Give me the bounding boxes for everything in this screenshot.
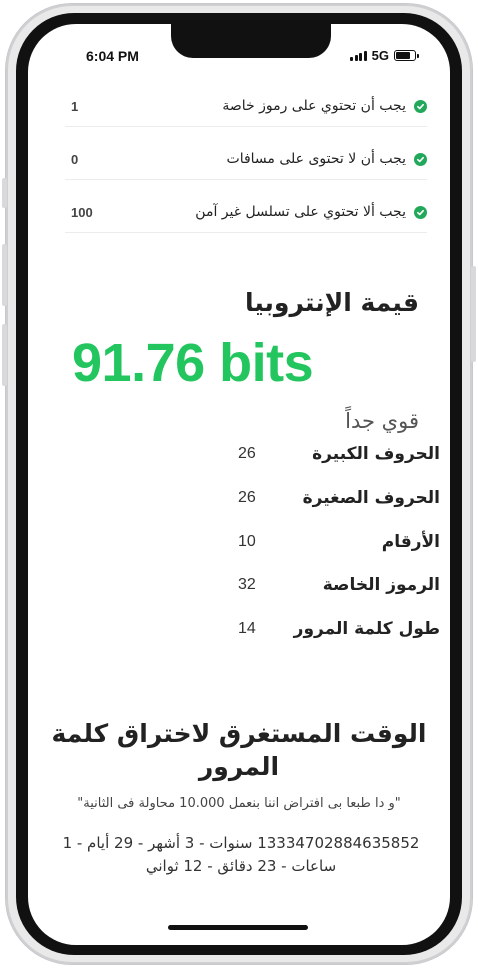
rule-text: يجب أن تحتوي على رموز خاصة [222,98,406,114]
stat-row: 26 الحروف الكبيرة [208,439,440,469]
signal-bars-icon [350,50,367,61]
power-button [471,266,476,362]
phone-frame: 6:04 PM 5G 1 يجب أن تحتوي على رموز خاصة … [2,4,476,964]
volume-up-button [2,244,7,306]
battery-icon [394,50,419,61]
notch [171,24,331,58]
stat-value: 10 [238,533,256,550]
status-indicators: 5G [350,48,419,63]
crack-time-value: 13334702884635852 سنوات - 3 أشهر - 29 أي… [62,834,420,875]
rule-item: 1 يجب أن تحتوي على رموز خاصة [65,86,427,127]
stat-label: الأرقام [381,532,440,552]
home-indicator[interactable] [168,925,308,930]
stat-value: 26 [238,489,256,506]
stat-value: 26 [238,445,256,462]
rule-item: 100 يجب ألا تحتوي على تسلسل غير آمن [65,192,427,233]
network-label: 5G [371,48,389,63]
entropy-value: 91.76 bits [72,333,314,393]
mute-switch [2,178,7,208]
stat-value: 32 [238,576,256,593]
rule-text-wrap: يجب أن تحتوي على رموز خاصة [222,98,427,114]
rule-text: يجب أن لا تحتوى على مسافات [226,151,406,167]
stat-row: 10 الأرقام [208,527,440,557]
check-circle-icon [414,99,427,113]
stat-label: الحروف الصغيرة [302,488,440,508]
crack-time-note: "و دا طبعا بى افتراض اننا بنعمل 10.000 م… [77,796,401,811]
screen: 6:04 PM 5G 1 يجب أن تحتوي على رموز خاصة … [28,24,450,945]
rule-text-wrap: يجب أن لا تحتوى على مسافات [227,151,427,167]
check-circle-icon [414,205,427,219]
stat-label: طول كلمة المرور [293,619,440,639]
check-circle-icon [414,152,427,166]
entropy-heading: قيمة الإنتروبيا [244,288,419,317]
stat-row: 14 طول كلمة المرور [208,614,440,644]
volume-down-button [2,324,7,386]
rule-text-wrap: يجب ألا تحتوي على تسلسل غير آمن [195,204,427,220]
stat-label: الرموز الخاصة [322,575,440,595]
rule-item: 0 يجب أن لا تحتوى على مسافات [65,139,427,180]
stat-row: 26 الحروف الصغيرة [208,483,440,513]
rule-count: 100 [71,204,93,220]
rule-count: 0 [71,151,79,167]
crack-time-heading: الوقت المستغرق لاختراق كلمة المرور [51,719,427,781]
stat-value: 14 [238,620,256,637]
status-time: 6:04 PM [86,48,139,64]
rule-count: 1 [71,98,79,114]
stat-label: الحروف الكبيرة [312,444,440,464]
rule-text: يجب ألا تحتوي على تسلسل غير آمن [195,204,406,220]
stat-row: 32 الرموز الخاصة [208,570,440,600]
strength-label: قوي جداً [345,409,419,433]
